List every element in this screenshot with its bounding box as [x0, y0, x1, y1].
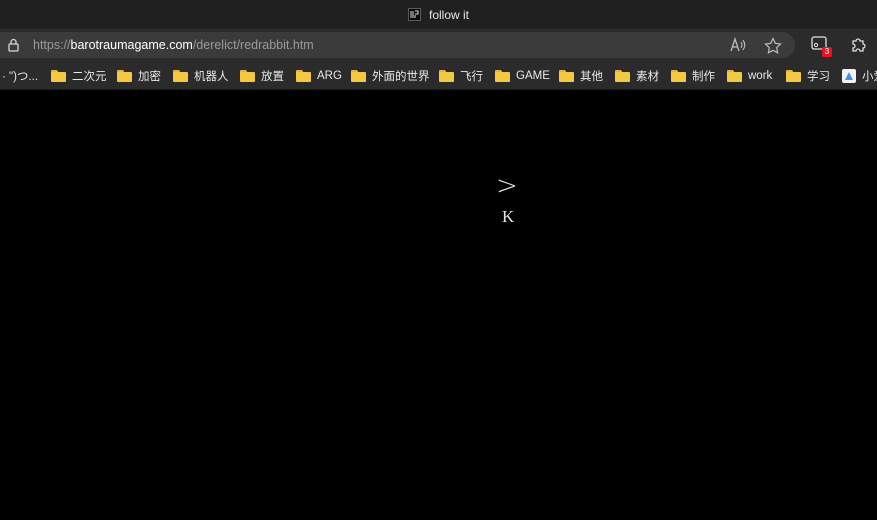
folder-icon — [51, 70, 66, 82]
bookmark-label: 小爱 — [862, 71, 877, 83]
bookmark-folder[interactable]: 其他 — [559, 68, 603, 84]
active-tab[interactable]: follow it — [407, 7, 469, 22]
bookmark-app[interactable]: 小爱 — [842, 68, 877, 84]
app-icon — [842, 69, 856, 83]
bookmark-folder[interactable]: 放置 — [240, 68, 284, 84]
bookmark-label: · ")つ... — [2, 71, 39, 83]
bookmark-label: 外面的世界 — [372, 71, 430, 83]
bookmark-folder[interactable]: 素材 — [615, 68, 659, 84]
address-bar[interactable]: https://barotraumagame.com/derelict/redr… — [0, 32, 795, 58]
bookmark-folder[interactable]: 外面的世界 — [351, 68, 430, 84]
bookmark-folder[interactable]: 加密 — [117, 68, 161, 84]
bookmark-label: GAME — [516, 70, 550, 82]
lock-icon[interactable] — [7, 38, 20, 57]
bookmark-folder[interactable]: 制作 — [671, 68, 715, 84]
arrow-glyph: > — [496, 171, 518, 201]
extensions-puzzle-icon[interactable] — [850, 36, 867, 58]
favorite-star-icon[interactable] — [764, 37, 782, 59]
bookmark-item[interactable]: · ")つ... — [2, 68, 38, 84]
bookmark-label: 加密 — [138, 71, 161, 83]
letter-text: K — [502, 207, 515, 226]
bookmark-folder[interactable]: GAME — [495, 68, 550, 84]
page-content: > K — [0, 91, 877, 520]
title-bar: follow it — [0, 0, 877, 29]
favicon-icon — [407, 8, 421, 21]
folder-icon — [296, 70, 311, 82]
bookmark-label: ARG — [317, 70, 342, 82]
bookmark-label: 学习 — [807, 71, 830, 83]
folder-icon — [559, 70, 574, 82]
folder-icon — [173, 70, 188, 82]
bookmark-folder[interactable]: work — [727, 68, 772, 84]
folder-icon — [439, 70, 454, 82]
url-host: barotraumagame.com — [70, 38, 193, 52]
bookmark-label: work — [748, 70, 773, 82]
folder-icon — [351, 70, 366, 82]
folder-icon — [727, 70, 742, 82]
read-aloud-icon[interactable] — [729, 36, 747, 58]
url-text[interactable]: https://barotraumagame.com/derelict/redr… — [33, 38, 314, 52]
browser-toolbar: https://barotraumagame.com/derelict/redr… — [0, 29, 877, 61]
bookmark-label: 其他 — [580, 71, 603, 83]
bookmark-folder[interactable]: 学习 — [786, 68, 830, 84]
folder-icon — [117, 70, 132, 82]
bookmark-label: 制作 — [692, 71, 715, 83]
url-scheme: https:// — [33, 38, 71, 52]
url-path: /derelict/redrabbit.htm — [192, 38, 314, 52]
folder-icon — [615, 70, 630, 82]
bookmarks-bar: · ")つ... 二次元 加密 机器人 放置 ARG 外面的世界 飞行 GAME… — [0, 61, 877, 90]
bookmark-folder[interactable]: 机器人 — [173, 68, 229, 84]
bookmark-folder[interactable]: ARG — [296, 68, 342, 84]
bookmark-folder[interactable]: 飞行 — [439, 68, 483, 84]
extension-badge: 3 — [822, 47, 832, 57]
folder-icon — [786, 70, 801, 82]
bookmark-label: 放置 — [261, 71, 284, 83]
folder-icon — [495, 70, 510, 82]
tab-title: follow it — [428, 7, 469, 22]
folder-icon — [240, 70, 255, 82]
bookmark-folder[interactable]: 二次元 — [51, 68, 107, 84]
bookmark-label: 素材 — [636, 71, 659, 83]
bookmark-label: 二次元 — [72, 71, 107, 83]
bookmark-label: 机器人 — [194, 71, 229, 83]
bookmark-label: 飞行 — [460, 71, 483, 83]
folder-icon — [671, 70, 686, 82]
